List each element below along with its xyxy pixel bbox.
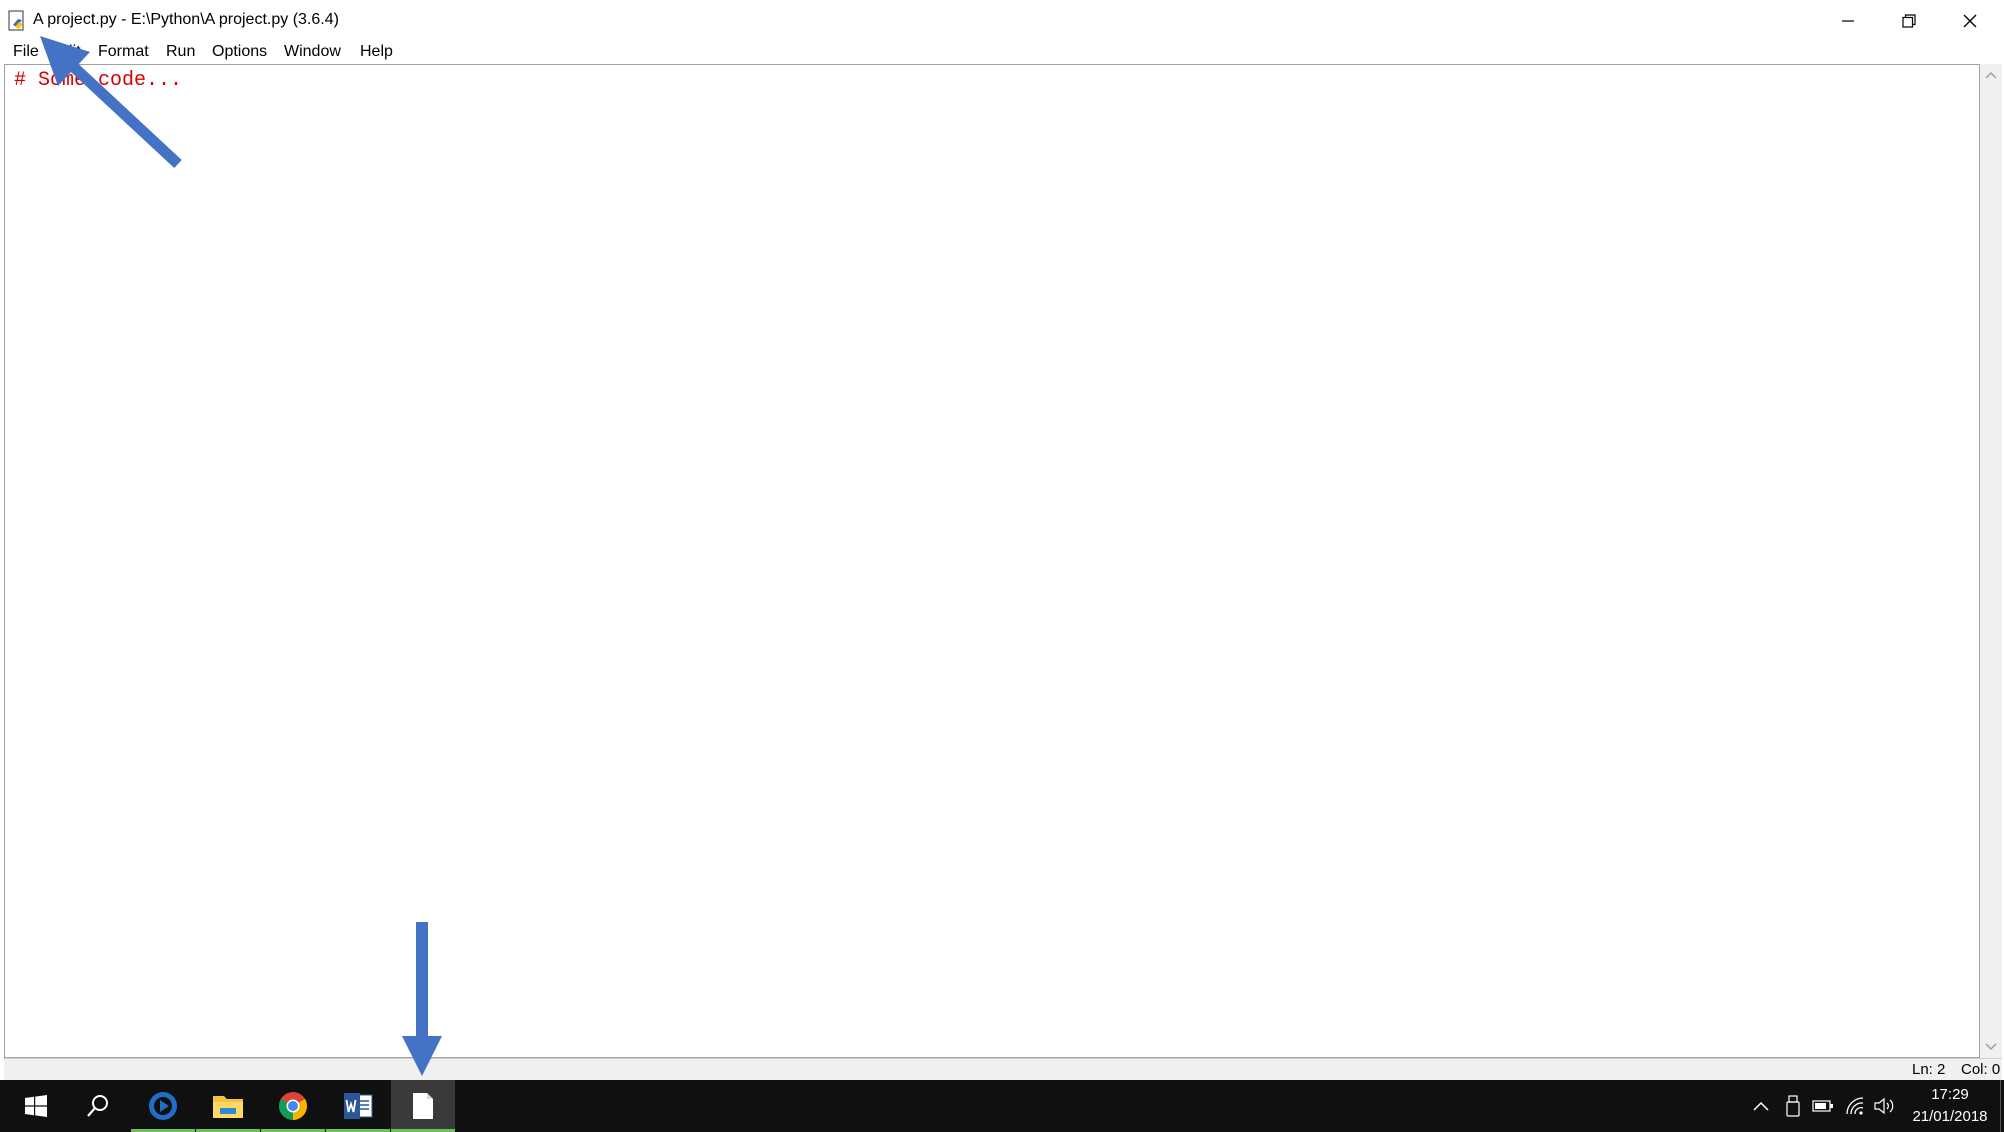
taskbar: 17:29 21/01/2018 <box>0 1080 2004 1132</box>
wifi-tray-button[interactable] <box>1842 1094 1868 1118</box>
vertical-scrollbar[interactable] <box>1980 64 2002 1058</box>
status-column: Col: 0 <box>1961 1061 2001 1078</box>
menu-window[interactable]: Window <box>284 40 341 64</box>
search-button[interactable] <box>66 1080 130 1132</box>
chrome-icon <box>279 1092 307 1120</box>
windows-start-icon <box>25 1095 47 1117</box>
taskbar-app-idle[interactable] <box>391 1080 455 1132</box>
close-icon <box>1963 14 1977 28</box>
title-bar: A project.py - E:\Python\A project.py (3… <box>0 0 2004 42</box>
menu-file[interactable]: File <box>13 40 39 64</box>
taskbar-app-word[interactable] <box>326 1080 390 1132</box>
usb-tray-button[interactable] <box>1780 1094 1806 1118</box>
idle-app-icon[interactable] <box>6 10 28 32</box>
volume-icon <box>1874 1097 1894 1115</box>
code-line-comment: # Some code... <box>14 69 183 92</box>
minimize-icon <box>1842 20 1854 22</box>
menu-run[interactable]: Run <box>166 40 195 64</box>
restore-icon <box>1902 14 1916 28</box>
menu-format[interactable]: Format <box>98 40 149 64</box>
start-button[interactable] <box>4 1080 68 1132</box>
volume-tray-button[interactable] <box>1872 1094 1898 1118</box>
battery-icon <box>1812 1100 1833 1112</box>
search-icon <box>87 1095 108 1117</box>
window-title: A project.py - E:\Python\A project.py (3… <box>33 11 339 28</box>
menu-options[interactable]: Options <box>212 40 267 64</box>
restore-button[interactable] <box>1879 0 1939 42</box>
chevron-up-icon <box>1753 1101 1769 1111</box>
file-explorer-icon <box>213 1096 243 1118</box>
minimize-button[interactable] <box>1818 0 1878 42</box>
status-bar: Ln: 2 Col: 0 <box>4 1058 2002 1080</box>
idle-document-icon <box>413 1093 433 1119</box>
show-hidden-icons-button[interactable] <box>1748 1094 1774 1118</box>
wifi-icon <box>1846 1097 1864 1115</box>
clock[interactable]: 17:29 21/01/2018 <box>1900 1084 2000 1128</box>
cortana-icon <box>149 1092 177 1120</box>
code-editor[interactable]: # Some code... <box>4 64 1980 1058</box>
usb-icon <box>1786 1095 1800 1117</box>
clock-time: 17:29 <box>1931 1086 1969 1103</box>
taskbar-app-file-explorer[interactable] <box>196 1080 260 1132</box>
close-button[interactable] <box>1940 0 2000 42</box>
battery-tray-button[interactable] <box>1810 1094 1836 1118</box>
show-desktop-button[interactable] <box>2000 1080 2004 1132</box>
status-line: Ln: 2 <box>1912 1061 1946 1078</box>
taskbar-app-chrome[interactable] <box>261 1080 325 1132</box>
scroll-up-icon[interactable] <box>1980 64 2002 86</box>
menu-edit[interactable]: Edit <box>53 40 81 64</box>
scroll-down-icon[interactable] <box>1980 1036 2002 1058</box>
menu-bar: File Edit Format Run Options Window Help <box>0 40 2004 64</box>
menu-help[interactable]: Help <box>360 40 393 64</box>
clock-date: 21/01/2018 <box>1912 1108 1988 1125</box>
word-icon <box>344 1093 373 1119</box>
taskbar-app-cortana[interactable] <box>131 1080 195 1132</box>
